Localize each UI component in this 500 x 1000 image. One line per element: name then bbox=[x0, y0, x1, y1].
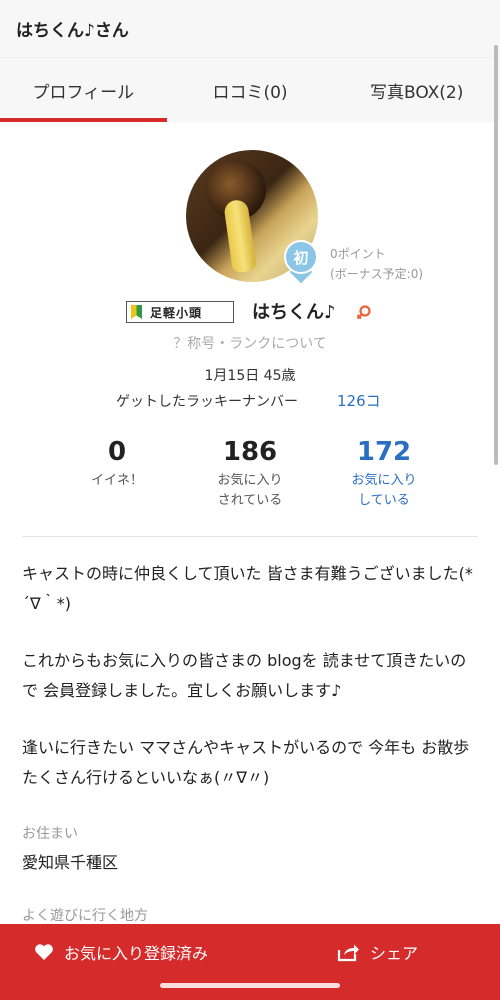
heart-icon bbox=[35, 944, 53, 960]
stat-label-line2: している bbox=[358, 493, 410, 508]
divider bbox=[22, 536, 478, 537]
stat-value: 186 bbox=[222, 437, 278, 467]
share-label: シェア bbox=[370, 944, 419, 963]
stat-favorited-by[interactable]: 186 お気に入り されている bbox=[190, 437, 310, 511]
stat-label: お気に入り されている bbox=[190, 471, 310, 511]
points-info: 0ポイント (ボーナス予定:0) bbox=[330, 244, 423, 284]
bio-paragraph: 逢いに行きたい ママさんやキャストがいるので 今年も お散歩 たくさん行けるとい… bbox=[22, 738, 470, 787]
share-button[interactable]: シェア bbox=[336, 924, 418, 980]
stat-label-line1: お気に入り bbox=[217, 473, 283, 488]
play-area-label: よく遊びに行く地方 bbox=[22, 908, 148, 924]
rank-about-link[interactable]: ？称号・ランクについて bbox=[0, 333, 500, 353]
favorite-button[interactable]: お気に入り登録済み bbox=[34, 924, 208, 980]
home-indicator bbox=[160, 983, 340, 988]
points-value: 0ポイント bbox=[330, 247, 386, 261]
tab-reviews[interactable]: ロコミ(0) bbox=[167, 58, 334, 122]
lucky-number-count[interactable]: 126コ bbox=[337, 390, 381, 411]
tab-bar: プロフィール ロコミ(0) 写真BOX(2) bbox=[0, 58, 500, 122]
tab-profile[interactable]: プロフィール bbox=[0, 58, 167, 122]
rank-title-text: 足軽小頭 bbox=[150, 305, 203, 320]
tab-photo-box[interactable]: 写真BOX(2) bbox=[333, 58, 500, 122]
top-bar: はちくん♪さん bbox=[0, 0, 500, 58]
page-title: はちくん♪さん bbox=[16, 21, 129, 41]
scrollbar[interactable] bbox=[494, 45, 498, 465]
residence-label: お住まい bbox=[22, 826, 78, 842]
stat-value: 0 bbox=[107, 437, 127, 467]
share-icon bbox=[337, 944, 359, 962]
lucky-number-label: ゲットしたラッキーナンバー bbox=[116, 394, 298, 410]
residence-value: 愛知県千種区 bbox=[22, 853, 119, 872]
bonus-value: (ボーナス予定:0) bbox=[330, 267, 424, 281]
stat-label: お気に入り している bbox=[324, 471, 444, 511]
rank-title: 足軽小頭 bbox=[126, 298, 234, 326]
beginner-badge: 初 bbox=[284, 240, 320, 284]
female-icon bbox=[356, 305, 371, 320]
birthday-age: 1月15日 45歳 bbox=[204, 368, 296, 384]
bio-paragraph: キャストの時に仲良くして頂いた 皆さま有難うございました(*´∇｀*) bbox=[22, 564, 473, 613]
bottom-action-bar: お気に入り登録済み シェア bbox=[0, 924, 500, 1000]
rank-title-box: 足軽小頭 bbox=[126, 301, 234, 323]
stat-label: イイネ！ bbox=[90, 473, 143, 488]
badge-label: 初 bbox=[284, 240, 318, 274]
bio-paragraph: これからもお気に入りの皆さまの blogを 読ませて頂きたいので 会員登録しまし… bbox=[22, 651, 467, 700]
stat-label-line1: お気に入り bbox=[351, 473, 417, 488]
stat-favoriting[interactable]: 172 お気に入り している bbox=[324, 437, 444, 511]
stat-label-line2: されている bbox=[217, 493, 283, 508]
stat-value: 172 bbox=[356, 437, 412, 467]
beginner-mark-icon bbox=[131, 305, 142, 319]
stat-likes: 0 イイネ！ bbox=[57, 437, 177, 491]
user-name: はちくん♪ bbox=[252, 302, 336, 323]
favorite-label: お気に入り登録済み bbox=[64, 944, 209, 963]
